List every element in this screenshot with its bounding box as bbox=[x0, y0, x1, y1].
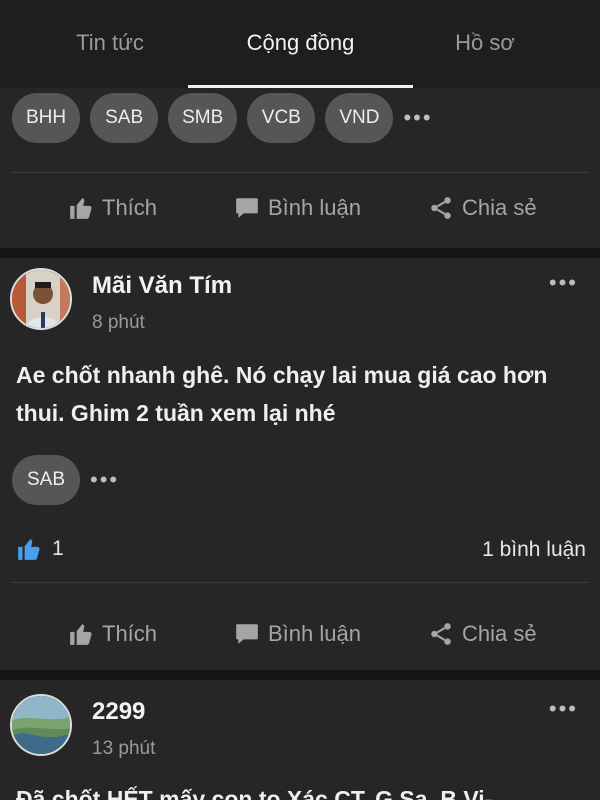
author-name[interactable]: 2299 bbox=[92, 698, 145, 726]
stock-tag[interactable]: BHH bbox=[12, 93, 81, 143]
like-label: Thích bbox=[102, 195, 158, 220]
tab-profile[interactable]: Hồ sơ bbox=[415, 30, 555, 56]
comment-icon bbox=[236, 624, 258, 644]
stock-tag[interactable]: SAB bbox=[90, 93, 159, 143]
like-button[interactable]: Thích bbox=[68, 604, 157, 664]
user-photo-icon bbox=[12, 270, 70, 328]
avatar[interactable] bbox=[10, 694, 72, 756]
thumbs-up-icon bbox=[18, 539, 40, 560]
stock-tag-list: SAB ••• bbox=[12, 450, 119, 510]
divider bbox=[12, 582, 588, 583]
stock-tag[interactable]: VND bbox=[325, 93, 394, 143]
stock-tag[interactable]: SAB bbox=[12, 455, 80, 505]
comment-button[interactable]: Bình luận bbox=[234, 604, 361, 664]
post-card: BHH SAB SMB VCB VND ••• Thích Bình luận … bbox=[0, 88, 600, 248]
share-button[interactable]: Chia sẻ bbox=[428, 178, 537, 238]
post-time: 13 phút bbox=[92, 738, 156, 759]
more-options-icon[interactable]: ••• bbox=[549, 696, 578, 722]
comment-button[interactable]: Bình luận bbox=[234, 178, 361, 238]
thumbs-up-icon bbox=[70, 198, 92, 219]
comment-label: Bình luận bbox=[268, 195, 361, 220]
post-actions: Thích Bình luận Chia sẻ bbox=[0, 604, 600, 664]
comment-icon bbox=[236, 198, 258, 218]
like-count: 1 bbox=[52, 537, 64, 560]
user-photo-icon bbox=[12, 696, 70, 754]
tab-news[interactable]: Tin tức bbox=[40, 30, 180, 56]
share-button[interactable]: Chia sẻ bbox=[428, 604, 537, 664]
post-card: 2299 13 phút ••• Đã chốt HẾT mấy con to … bbox=[0, 680, 600, 800]
more-tags-icon[interactable]: ••• bbox=[403, 107, 432, 129]
post-content: Đã chốt HẾT mấy con to Xác CT, G Sa, B V… bbox=[16, 786, 493, 800]
post-content: Ae chốt nhanh ghê. Nó chạy lai mua giá c… bbox=[16, 362, 548, 426]
top-tab-bar: Tin tức Cộng đồng Hồ sơ bbox=[0, 0, 600, 88]
author-name[interactable]: Mãi Văn Tím bbox=[92, 272, 232, 300]
avatar[interactable] bbox=[10, 268, 72, 330]
share-label: Chia sẻ bbox=[462, 195, 537, 220]
more-options-icon[interactable]: ••• bbox=[549, 270, 578, 296]
share-icon bbox=[431, 197, 451, 219]
post-card: Mãi Văn Tím 8 phút ••• Ae chốt nhanh ghê… bbox=[0, 258, 600, 670]
tab-community[interactable]: Cộng đồng bbox=[188, 30, 413, 56]
share-label: Chia sẻ bbox=[462, 621, 537, 646]
comment-count-link[interactable]: 1 bình luận bbox=[482, 538, 586, 562]
card-gap bbox=[0, 248, 600, 258]
comment-label: Bình luận bbox=[268, 621, 361, 646]
more-tags-icon[interactable]: ••• bbox=[90, 469, 119, 491]
stock-tag[interactable]: VCB bbox=[247, 93, 316, 143]
stock-tag-list: BHH SAB SMB VCB VND ••• bbox=[12, 88, 433, 148]
like-summary[interactable]: 1 bbox=[16, 536, 64, 562]
share-icon bbox=[431, 623, 451, 645]
post-actions: Thích Bình luận Chia sẻ bbox=[0, 178, 600, 238]
card-gap bbox=[0, 670, 600, 680]
stock-tag[interactable]: SMB bbox=[168, 93, 238, 143]
thumbs-up-icon bbox=[70, 624, 92, 645]
like-button[interactable]: Thích bbox=[68, 178, 157, 238]
post-time: 8 phút bbox=[92, 312, 145, 333]
divider bbox=[12, 172, 588, 173]
like-label: Thích bbox=[102, 621, 158, 646]
